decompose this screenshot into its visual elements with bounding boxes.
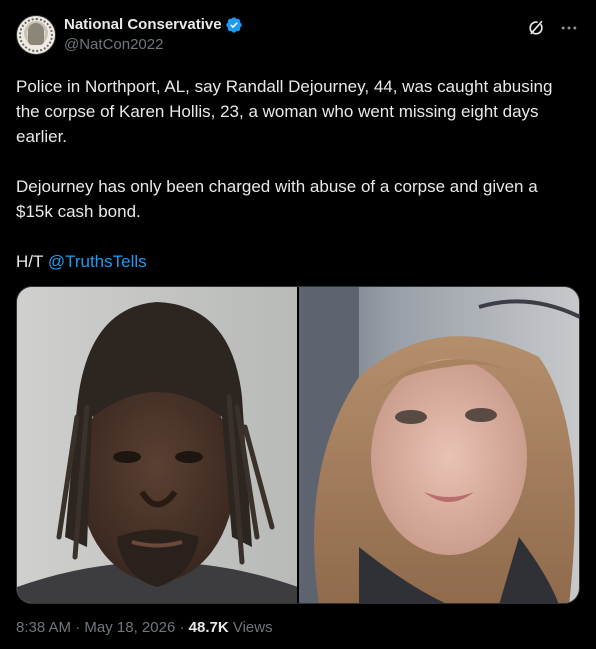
post-meta: 8:38 AM · May 18, 2026 · 48.7K Views [16,618,580,638]
photo-mugshot[interactable] [17,287,299,603]
post-paragraph: Police in Northport, AL, say Randall Dej… [16,77,553,146]
post-paragraph: Dejourney has only been charged with abu… [16,177,538,221]
post-text: Police in Northport, AL, say Randall Dej… [16,74,578,274]
header-actions [526,15,580,39]
grok-icon[interactable] [526,17,548,39]
author-names: National Conservative @NatCon2022 [64,15,243,55]
media-grid [16,286,580,604]
meta-separator: · [75,619,81,636]
post-header: National Conservative @NatCon2022 [16,15,580,57]
mention-link[interactable]: @TruthsTells [48,252,147,271]
hat-tip-prefix: H/T [16,252,44,271]
author-display-name[interactable]: National Conservative [64,15,222,35]
avatar[interactable] [16,15,56,55]
meta-separator: · [179,619,185,636]
photo-portrait[interactable] [299,287,579,603]
author-handle[interactable]: @NatCon2022 [64,35,243,55]
post-date[interactable]: May 18, 2026 [84,619,175,636]
views-count: 48.7K [188,619,229,636]
display-name-row: National Conservative [64,15,243,35]
more-options-icon[interactable] [558,17,580,39]
hat-tip-line: H/T @TruthsTells [16,249,578,274]
post-time[interactable]: 8:38 AM [16,619,71,636]
verified-badge-icon[interactable] [225,16,243,34]
post-card: National Conservative @NatCon2022 Police… [0,0,596,649]
avatar-bust [28,23,44,45]
views-label: Views [232,619,273,636]
